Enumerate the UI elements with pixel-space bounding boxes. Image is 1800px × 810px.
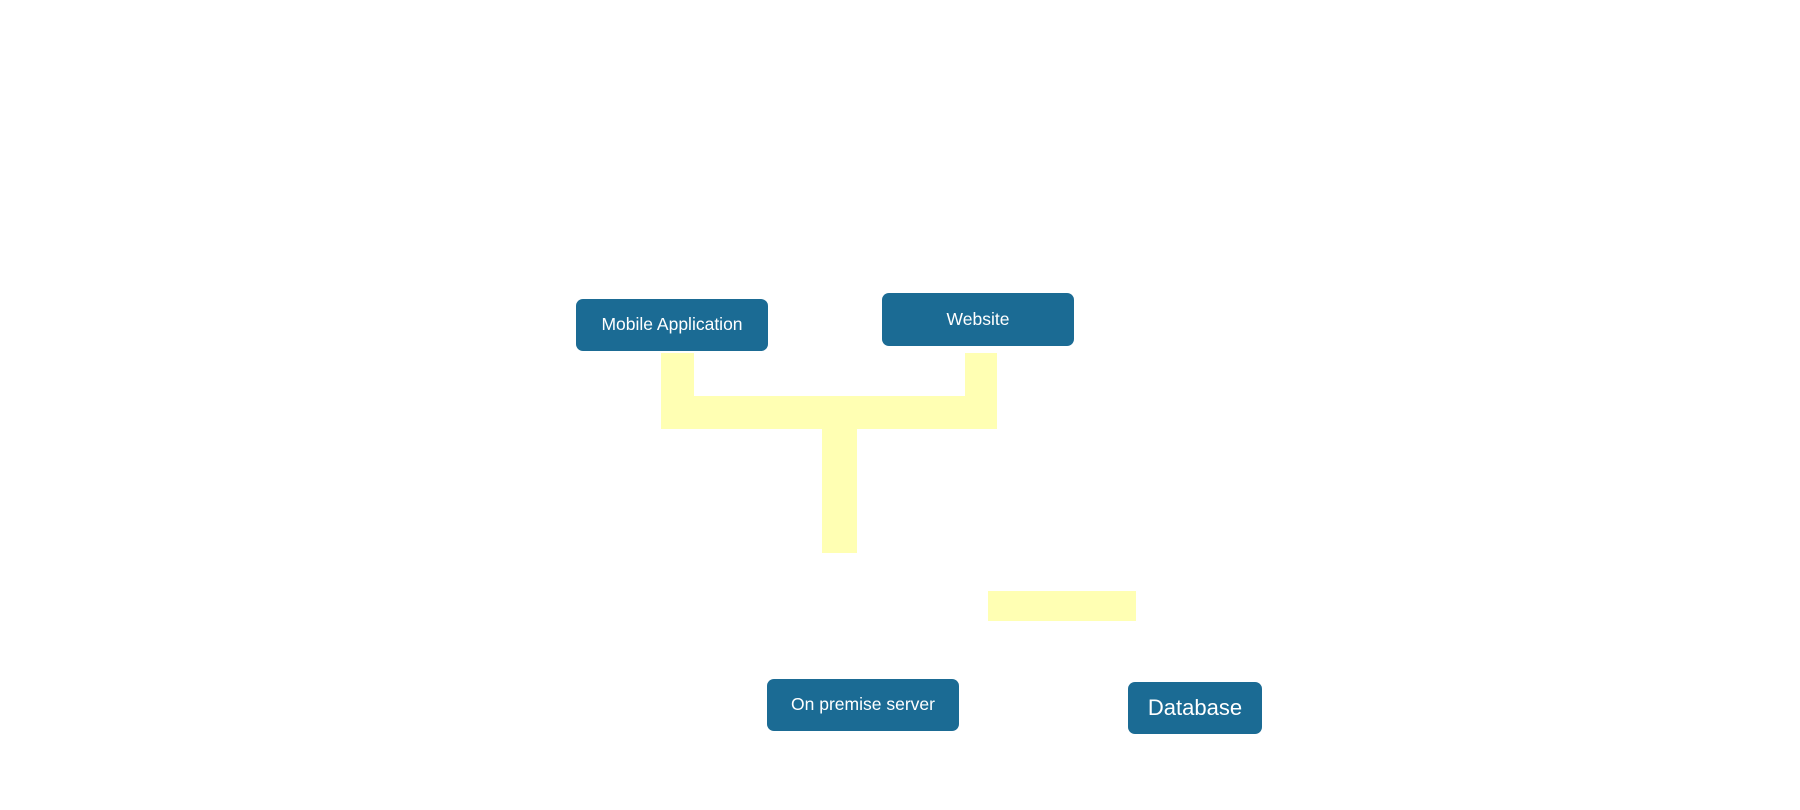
mobile-application-label: Mobile Application bbox=[601, 314, 743, 335]
mobile-application-node: Mobile Application bbox=[576, 299, 768, 351]
website-node: Website bbox=[882, 293, 1074, 346]
architecture-diagram: Mobile Application Website On premise se… bbox=[0, 0, 1800, 810]
website-label: Website bbox=[946, 308, 1010, 329]
on-premise-server-label: On premise server bbox=[791, 694, 935, 715]
on-premise-server-node: On premise server bbox=[767, 679, 959, 731]
connector-to-server bbox=[822, 429, 857, 553]
connector-server-database bbox=[988, 591, 1136, 621]
connector-horizontal-bar bbox=[661, 396, 997, 429]
database-node: Database bbox=[1128, 682, 1262, 734]
database-label: Database bbox=[1147, 695, 1243, 720]
